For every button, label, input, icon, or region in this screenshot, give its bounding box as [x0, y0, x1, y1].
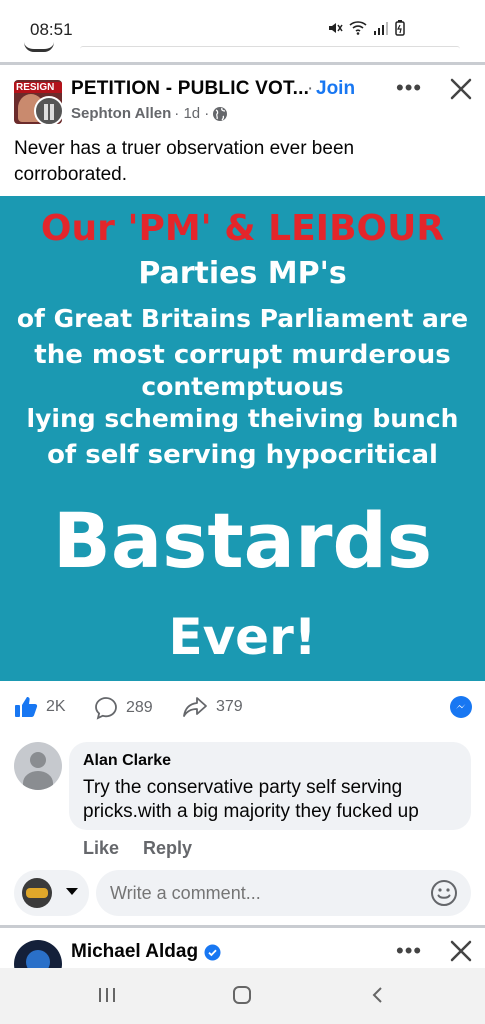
share-count: 379 — [216, 698, 243, 715]
author-name[interactable]: Sephton Allen — [71, 105, 171, 122]
home-button[interactable] — [227, 982, 257, 1008]
post-text: Never has a truer observation ever been … — [14, 138, 355, 185]
pause-icon — [44, 104, 54, 120]
comment-reply-button[interactable]: Reply — [143, 838, 192, 859]
image-text-line: of Great Britains Parliament are — [16, 304, 469, 333]
back-icon — [372, 987, 382, 1003]
next-author-avatar[interactable] — [14, 940, 62, 968]
like-button[interactable]: 2K — [14, 696, 66, 718]
recents-button[interactable] — [92, 982, 122, 1008]
share-icon — [183, 697, 207, 717]
like-icon — [15, 697, 38, 717]
image-headline: Our 'PM' & LEIBOUR — [40, 208, 445, 249]
self-avatar — [22, 878, 52, 908]
commenter-avatar[interactable] — [14, 742, 62, 790]
separator-dot: · — [307, 78, 314, 99]
status-time: 08:51 — [30, 20, 73, 39]
wifi-icon — [349, 21, 367, 35]
mute-icon — [329, 23, 343, 33]
more-icon[interactable]: ••• — [396, 76, 424, 100]
image-text-line: of self serving hypocritical — [47, 440, 438, 470]
divider — [0, 62, 485, 65]
close-icon[interactable] — [448, 938, 474, 964]
post-image[interactable]: Our 'PM' & LEIBOUR Parties MP's of Great… — [0, 196, 485, 681]
image-text-big: Bastards — [52, 496, 433, 585]
share-button[interactable]: 379 — [182, 696, 243, 718]
signal-icon — [374, 22, 388, 35]
messenger-icon[interactable] — [450, 696, 472, 718]
avatar-car — [26, 888, 48, 898]
status-icons — [327, 20, 405, 36]
messenger-glyph — [456, 704, 466, 709]
comment-like-button[interactable]: Like — [83, 838, 119, 859]
image-text-line: lying scheming theiving bunch — [26, 404, 459, 433]
home-icon — [233, 986, 251, 1004]
comment-button[interactable]: 289 — [94, 696, 153, 720]
globe-icon — [213, 106, 228, 121]
image-text-line: Parties MP's — [138, 256, 347, 291]
recents-icon — [99, 988, 115, 1002]
next-post-header: Michael Aldag ••• — [0, 928, 485, 968]
group-name[interactable]: PETITION - PUBLIC VOT... — [71, 78, 309, 100]
status-bar: 08:51 — [0, 0, 485, 60]
author-avatar[interactable] — [34, 96, 64, 126]
author-line: Sephton Allen · 1d · — [71, 105, 228, 122]
comment-input[interactable] — [96, 870, 471, 916]
chevron-down-icon — [66, 888, 78, 895]
system-nav-bar — [0, 968, 485, 1024]
avatar-head — [30, 752, 46, 768]
smiley-icon[interactable] — [430, 879, 458, 907]
reaction-bar: 2K 289 379 — [0, 690, 485, 724]
avatar-badge-text: RESIGN — [14, 82, 62, 93]
comment-count: 289 — [126, 699, 153, 716]
profile-switcher[interactable] — [14, 870, 89, 916]
image-text-line: contemptuous — [141, 372, 344, 401]
more-icon[interactable]: ••• — [396, 938, 422, 964]
next-author-line: Michael Aldag — [71, 941, 221, 963]
avatar-body — [23, 771, 53, 790]
comment-composer — [0, 868, 485, 920]
verified-icon — [204, 944, 221, 960]
battery-icon — [395, 20, 405, 36]
join-button[interactable]: Join — [316, 78, 355, 100]
image-text-line: the most corrupt murderous — [34, 340, 451, 370]
close-icon[interactable] — [448, 76, 474, 102]
back-button[interactable] — [363, 982, 393, 1008]
next-author-name[interactable]: Michael Aldag — [71, 941, 198, 963]
comment-author[interactable]: Alan Clarke — [83, 752, 171, 770]
comment-icon — [95, 697, 117, 720]
post-header: RESIGN PETITION - PUBLIC VOT... · Join S… — [0, 66, 485, 132]
comment-bubble[interactable]: Alan Clarke Try the conservative party s… — [69, 742, 471, 830]
comment-text: Try the conservative party self serving … — [83, 777, 419, 822]
post-age: · 1d · — [174, 105, 210, 122]
image-text-big: Ever! — [168, 608, 317, 666]
previous-post-avatar — [24, 42, 54, 52]
avatar-light — [26, 950, 50, 968]
like-count: 2K — [46, 698, 66, 715]
comment-actions: Like Reply — [83, 838, 192, 859]
previous-post-edge — [80, 46, 460, 52]
